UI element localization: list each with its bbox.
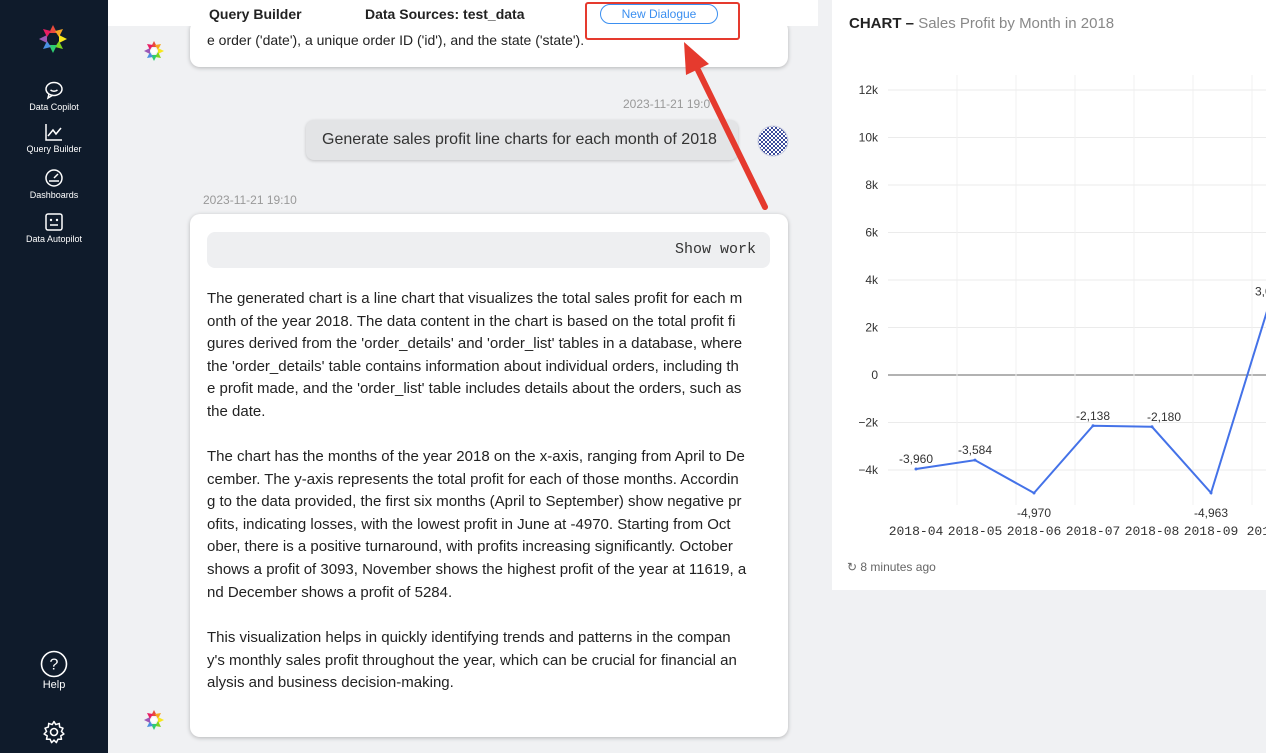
sidebar-item-label: Query Builder bbox=[26, 144, 82, 154]
sidebar-item-label: Data Autopilot bbox=[25, 234, 83, 244]
data-point bbox=[1091, 424, 1095, 428]
data-label: -4,970 bbox=[1017, 506, 1051, 520]
data-point bbox=[973, 458, 977, 462]
x-tick-label: 2018-04 bbox=[889, 524, 944, 539]
chart-panel: CHART – Sales Profit by Month in 2018 −4… bbox=[818, 0, 1266, 753]
series-line bbox=[915, 311, 1266, 495]
data-label: -3,960 bbox=[899, 452, 933, 466]
x-tick-label: 2018-1 bbox=[1247, 524, 1266, 539]
data-label: -2,138 bbox=[1076, 409, 1110, 423]
data-label: -2,180 bbox=[1147, 410, 1181, 424]
x-tick-label: 2018-06 bbox=[1007, 524, 1062, 539]
svg-text:?: ? bbox=[50, 657, 59, 674]
data-point bbox=[914, 467, 918, 471]
line-chart: −4k −2k 0 2k 4k 6k 8k 10k 12k 2018-04 2018-05 2018-… bbox=[858, 75, 1266, 539]
help-label: Help bbox=[42, 679, 66, 691]
data-label: -3,584 bbox=[958, 443, 992, 457]
sidebar-item-label: Data Copilot bbox=[29, 102, 79, 112]
chat-panel: e order ('date'), a unique order ID ('id… bbox=[108, 0, 818, 753]
chat-icon bbox=[45, 81, 63, 100]
gear-icon bbox=[43, 720, 65, 744]
sidebar: Data Copilot Query Builder Dashboards Da… bbox=[0, 0, 108, 753]
sidebar-item-dashboards[interactable]: Dashboards bbox=[0, 168, 108, 201]
line-chart-icon bbox=[45, 124, 62, 141]
last-updated-text: 8 minutes ago bbox=[860, 560, 936, 574]
gauge-icon bbox=[45, 169, 63, 187]
app-logo-icon[interactable] bbox=[36, 22, 70, 56]
sidebar-item-query-builder[interactable]: Query Builder bbox=[0, 122, 108, 155]
x-tick-label: 2018-05 bbox=[948, 524, 1003, 539]
last-updated: ↻ 8 minutes ago bbox=[847, 560, 936, 574]
y-tick-label: −4k bbox=[858, 463, 879, 477]
robot-icon bbox=[45, 213, 63, 231]
help-icon: ? bbox=[40, 650, 68, 678]
data-point bbox=[1209, 491, 1213, 495]
y-tick-label: 0 bbox=[871, 368, 878, 382]
help-button[interactable]: ? Help bbox=[0, 650, 108, 691]
settings-button[interactable] bbox=[0, 720, 108, 746]
data-point bbox=[1032, 491, 1036, 495]
sidebar-item-data-autopilot[interactable]: Data Autopilot bbox=[0, 212, 108, 245]
data-label: -4,963 bbox=[1194, 506, 1228, 520]
y-tick-label: 12k bbox=[859, 83, 879, 97]
chart-card: CHART – Sales Profit by Month in 2018 −4… bbox=[832, 0, 1266, 590]
sidebar-item-data-copilot[interactable]: Data Copilot bbox=[0, 80, 108, 113]
x-tick-label: 2018-07 bbox=[1066, 524, 1121, 539]
y-tick-label: −2k bbox=[858, 416, 879, 430]
y-tick-label: 4k bbox=[865, 273, 879, 287]
y-tick-label: 8k bbox=[865, 178, 879, 192]
y-tick-label: 2k bbox=[865, 321, 879, 335]
y-tick-label: 6k bbox=[865, 226, 879, 240]
x-tick-label: 2018-09 bbox=[1184, 524, 1239, 539]
annotation-arrow bbox=[684, 42, 768, 210]
x-tick-label: 2018-08 bbox=[1125, 524, 1180, 539]
refresh-icon[interactable]: ↻ bbox=[847, 560, 857, 574]
data-label: 3,093 bbox=[1255, 285, 1266, 299]
sidebar-item-label: Dashboards bbox=[29, 190, 79, 200]
data-point bbox=[1150, 425, 1154, 429]
y-tick-label: 10k bbox=[859, 131, 879, 145]
